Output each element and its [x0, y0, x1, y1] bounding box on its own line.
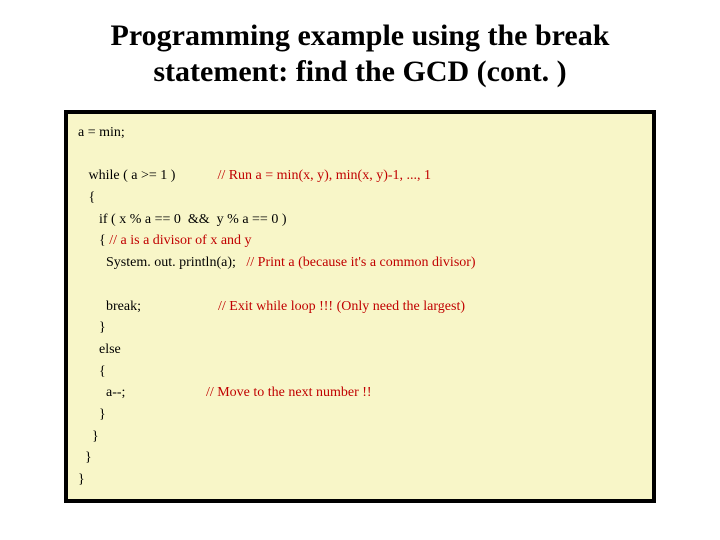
- code-line: a--;: [78, 385, 206, 400]
- code-line: }: [78, 429, 99, 444]
- title-line-1: Programming example using the break: [111, 19, 610, 52]
- title-line-2: statement: find the GCD (cont. ): [153, 55, 566, 88]
- code-line: {: [78, 233, 109, 248]
- code-comment: // a is a divisor of x and y: [109, 233, 251, 248]
- code-comment: // Move to the next number !!: [206, 385, 372, 400]
- code-box: a = min; while ( a >= 1 ) // Run a = min…: [64, 110, 656, 503]
- code-line: }: [78, 320, 106, 335]
- code-line: break;: [78, 299, 218, 314]
- code-line: while ( a >= 1 ): [78, 168, 217, 183]
- code-comment: // Run a = min(x, y), min(x, y)-1, ..., …: [217, 168, 431, 183]
- code-line: }: [78, 407, 106, 422]
- code-comment: // Exit while loop !!! (Only need the la…: [218, 299, 465, 314]
- code-line: }: [78, 450, 92, 465]
- code-line: if ( x % a == 0 && y % a == 0 ): [78, 212, 287, 227]
- slide-title: Programming example using the break stat…: [0, 0, 720, 100]
- code-line: }: [78, 472, 85, 487]
- code-line: System. out. println(a);: [78, 255, 246, 270]
- code-line: else: [78, 342, 121, 357]
- code-line: {: [78, 190, 95, 205]
- code-line: a = min;: [78, 125, 125, 140]
- code-comment: // Print a (because it's a common diviso…: [246, 255, 475, 270]
- code-line: {: [78, 364, 106, 379]
- slide: Programming example using the break stat…: [0, 0, 720, 540]
